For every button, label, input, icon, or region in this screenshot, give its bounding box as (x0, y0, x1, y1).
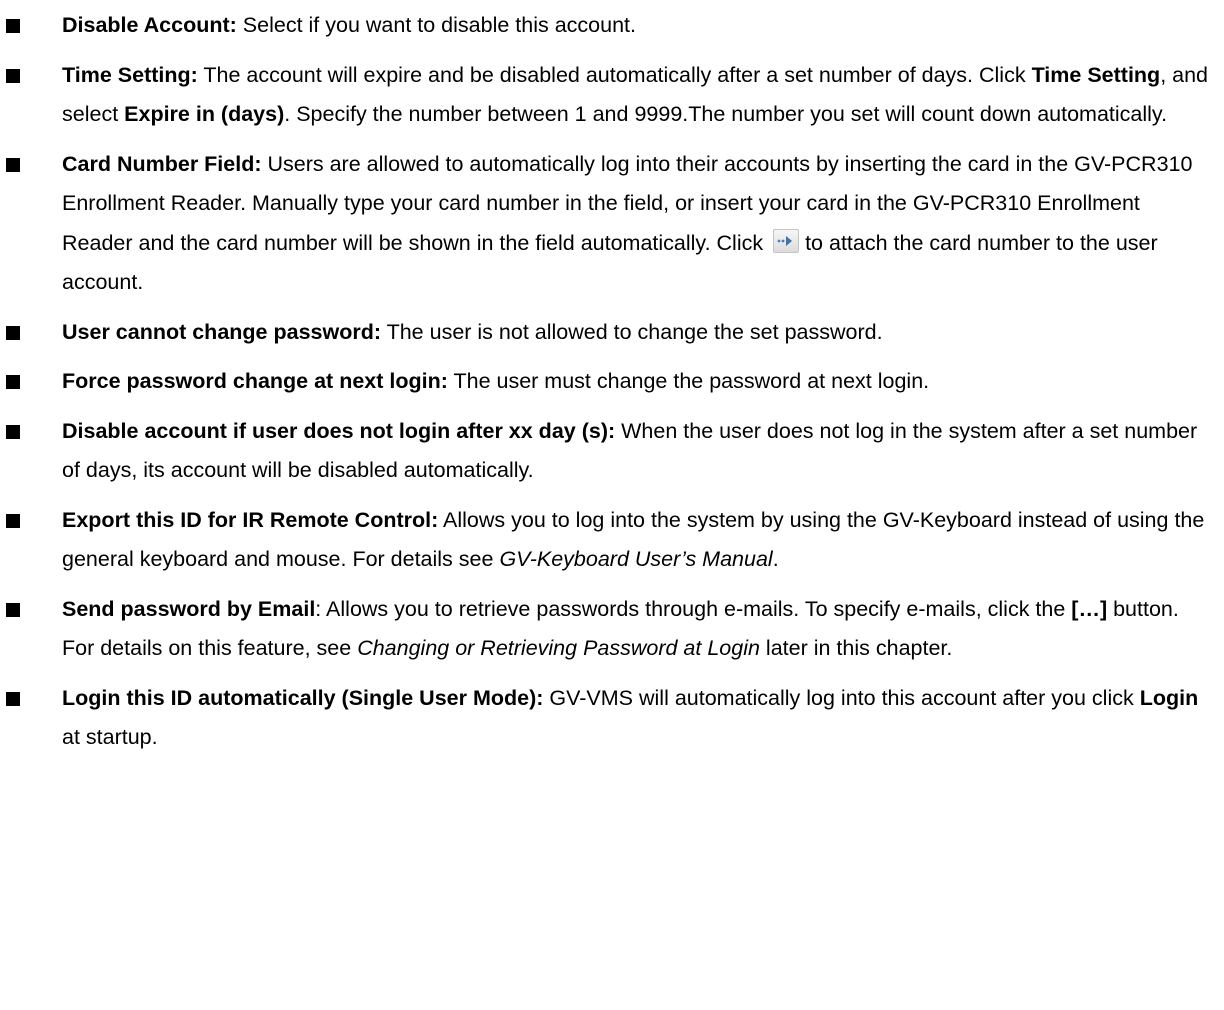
item-label: User cannot change password: (62, 319, 381, 344)
item-text: : Allows you to retrieve passwords throu… (315, 596, 1072, 621)
item-label: Disable Account: (62, 13, 237, 37)
item-reference: GV-Keyboard User’s Manual (499, 547, 773, 571)
square-bullet-icon (6, 602, 20, 617)
item-text: . (772, 547, 779, 571)
list-item-disable-account-if-no-login: Disable account if user does not login a… (0, 412, 1224, 491)
square-bullet-icon (6, 424, 20, 439)
square-bullet-icon (6, 68, 20, 83)
list-item-force-password-change: Force password change at next login: The… (0, 362, 1224, 402)
item-bold-term: […] (1071, 596, 1108, 621)
list-item-login-id-automatically: Login this ID automatically (Single User… (0, 679, 1224, 758)
item-text: at startup. (62, 725, 158, 749)
item-text: GV-VMS will automatically log into this … (543, 685, 1140, 710)
square-bullet-icon (6, 375, 20, 389)
square-bullet-icon (6, 19, 20, 33)
item-label: Time Setting: (62, 62, 198, 87)
square-bullet-icon (6, 325, 20, 340)
item-label: Disable account if user does not login a… (62, 418, 616, 443)
list-item-send-password-by-email: Send password by Email: Allows you to re… (0, 590, 1224, 669)
option-list: Disable Account: Select if you want to d… (0, 6, 1224, 768)
item-reference: Changing or Retrieving Password at Login (357, 636, 760, 660)
item-label: Send password by Email (62, 596, 316, 621)
square-bullet-icon (6, 157, 20, 172)
square-bullet-icon (6, 513, 20, 528)
item-label: Force password change at next login: (62, 369, 448, 393)
list-item-export-id-ir-remote: Export this ID for IR Remote Control: Al… (0, 501, 1224, 580)
list-item-user-cannot-change-password: User cannot change password: The user is… (0, 313, 1224, 353)
item-text: The user must change the password at nex… (447, 369, 930, 393)
list-item-disable-account: Disable Account: Select if you want to d… (0, 6, 1224, 46)
item-text: later in this chapter. (759, 636, 953, 660)
item-bold-term: Login (1139, 685, 1199, 710)
square-bullet-icon (6, 691, 20, 706)
item-bold-term: Expire in (days) (124, 102, 285, 126)
item-text: . Specify the number between 1 and 9999.… (284, 102, 1168, 126)
item-label: Login this ID automatically (Single User… (62, 685, 544, 710)
item-label: Export this ID for IR Remote Control: (62, 507, 439, 532)
item-text: The account will expire and be disabled … (197, 62, 1032, 87)
item-text: The user is not allowed to change the se… (381, 319, 883, 344)
attach-arrow-icon (773, 228, 800, 253)
list-item-time-setting: Time Setting: The account will expire an… (0, 56, 1224, 135)
item-label: Card Number Field: (62, 151, 262, 176)
item-text: Select if you want to disable this accou… (236, 13, 636, 37)
list-item-card-number-field: Card Number Field: Users are allowed to … (0, 145, 1224, 303)
item-bold-term: Time Setting (1031, 62, 1161, 87)
manual-page: Disable Account: Select if you want to d… (0, 0, 1224, 1010)
